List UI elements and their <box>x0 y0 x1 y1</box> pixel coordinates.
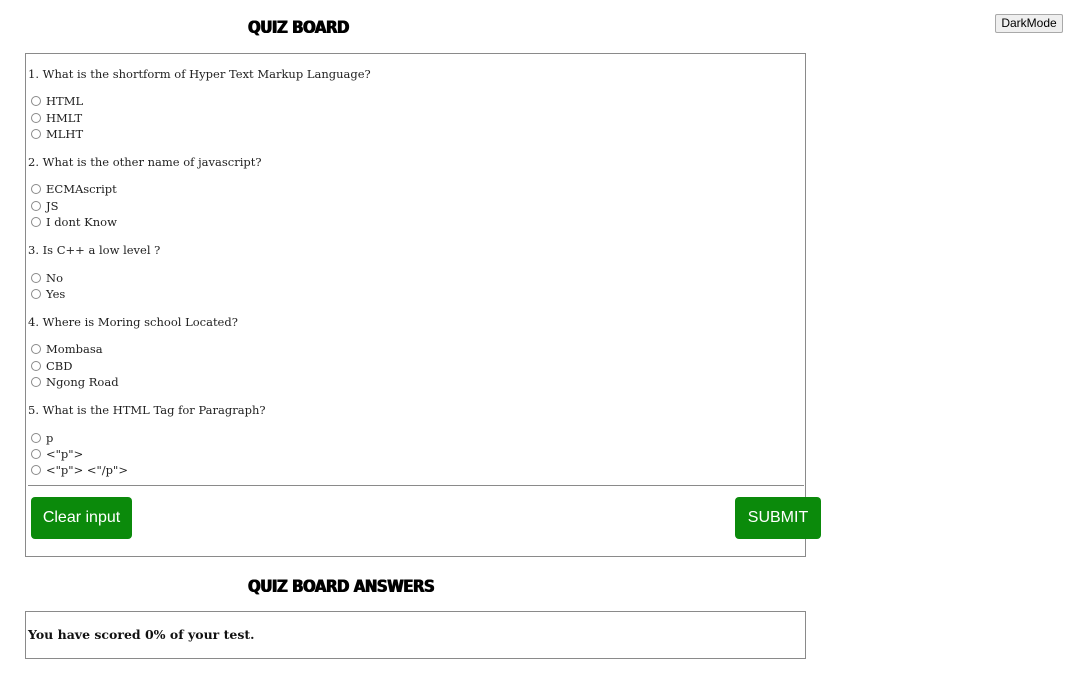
darkmode-button[interactable]: DarkMode <box>995 14 1063 33</box>
answers-title: QUIZ BOARD ANSWERS <box>248 576 435 597</box>
page-title: QUIZ BOARD <box>248 17 350 38</box>
option-label: HTML <box>46 94 84 108</box>
option-q5-1[interactable]: p <box>31 430 53 446</box>
clear-input-button[interactable]: Clear input <box>31 497 132 539</box>
radio-button[interactable] <box>31 289 41 299</box>
option-q1-2[interactable]: HMLT <box>31 110 82 126</box>
radio-button[interactable] <box>31 96 41 106</box>
submit-button[interactable]: SUBMIT <box>735 497 821 539</box>
option-label: Ngong Road <box>46 375 119 389</box>
radio-button[interactable] <box>31 184 41 194</box>
option-q4-2[interactable]: CBD <box>31 358 72 374</box>
option-q3-1[interactable]: No <box>31 270 63 286</box>
option-q3-2[interactable]: Yes <box>31 286 65 302</box>
option-q5-2[interactable]: <"p"> <box>31 446 83 462</box>
option-label: Yes <box>46 287 66 301</box>
option-label: <"p"> <box>46 447 84 461</box>
quiz-form: 1. What is the shortform of Hyper Text M… <box>25 53 821 557</box>
radio-button[interactable] <box>31 465 41 475</box>
option-label: Mombasa <box>46 342 103 356</box>
question-2-text: 2. What is the other name of javascript? <box>28 155 262 169</box>
option-q2-2[interactable]: JS <box>31 198 59 214</box>
option-label: p <box>46 431 54 445</box>
option-q4-3[interactable]: Ngong Road <box>31 374 119 390</box>
form-divider <box>28 485 804 486</box>
question-5-text: 5. What is the HTML Tag for Paragraph? <box>28 403 266 417</box>
radio-button[interactable] <box>31 449 41 459</box>
option-q2-3[interactable]: I dont Know <box>31 214 117 230</box>
question-1-text: 1. What is the shortform of Hyper Text M… <box>28 67 371 81</box>
radio-button[interactable] <box>31 377 41 387</box>
radio-button[interactable] <box>31 433 41 443</box>
radio-button[interactable] <box>31 113 41 123</box>
radio-button[interactable] <box>31 217 41 227</box>
option-label: <"p"> <"/p"> <box>46 463 128 477</box>
radio-button[interactable] <box>31 129 41 139</box>
score-text: You have scored 0% of your test. <box>28 627 255 642</box>
result-box: You have scored 0% of your test. <box>25 611 806 659</box>
radio-button[interactable] <box>31 361 41 371</box>
option-q4-1[interactable]: Mombasa <box>31 341 103 357</box>
option-label: I dont Know <box>46 215 117 229</box>
question-3-text: 3. Is C++ a low level ? <box>28 243 161 257</box>
option-q5-3[interactable]: <"p"> <"/p"> <box>31 462 128 478</box>
option-q2-1[interactable]: ECMAscript <box>31 181 117 197</box>
option-q1-3[interactable]: MLHT <box>31 126 83 142</box>
radio-button[interactable] <box>31 344 41 354</box>
option-label: MLHT <box>46 127 84 141</box>
radio-button[interactable] <box>31 201 41 211</box>
option-label: HMLT <box>46 111 83 125</box>
option-label: JS <box>46 199 59 213</box>
question-4-text: 4. Where is Moring school Located? <box>28 315 238 329</box>
option-label: CBD <box>46 359 73 373</box>
radio-button[interactable] <box>31 273 41 283</box>
option-q1-1[interactable]: HTML <box>31 93 83 109</box>
option-label: ECMAscript <box>46 182 117 196</box>
option-label: No <box>46 271 63 285</box>
